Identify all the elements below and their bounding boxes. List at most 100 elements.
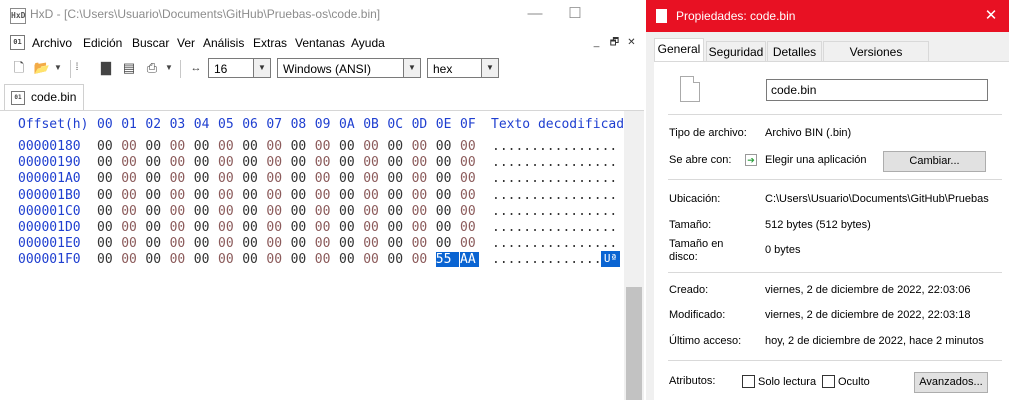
hex-byte[interactable]: 00 xyxy=(266,220,282,235)
hex-byte[interactable]: 00 xyxy=(387,220,403,235)
hex-byte[interactable]: 00 xyxy=(266,155,282,170)
hex-byte[interactable]: 00 xyxy=(339,188,355,203)
decoded-text[interactable]: ................ xyxy=(492,236,617,251)
hex-byte[interactable]: 00 xyxy=(315,220,331,235)
hex-byte[interactable]: 00 xyxy=(121,171,137,186)
hex-byte[interactable]: 00 xyxy=(315,188,331,203)
hex-byte[interactable]: 00 xyxy=(291,171,307,186)
print-icon[interactable]: ⎙ xyxy=(143,59,161,77)
menu-ventanas[interactable]: Ventanas xyxy=(295,36,345,50)
hex-byte[interactable]: 00 xyxy=(291,252,307,267)
disk-icon[interactable]: ▤ xyxy=(120,59,138,77)
hex-byte[interactable]: 00 xyxy=(194,252,210,267)
hex-byte[interactable]: 00 xyxy=(387,139,403,154)
menu-ayuda[interactable]: Ayuda xyxy=(351,36,385,50)
hex-byte[interactable]: 00 xyxy=(412,171,428,186)
hex-byte[interactable]: 00 xyxy=(436,139,452,154)
hex-byte[interactable]: 00 xyxy=(315,236,331,251)
hex-byte[interactable]: 00 xyxy=(121,220,137,235)
decoded-text[interactable]: ................ xyxy=(492,139,617,154)
scrollbar-thumb[interactable] xyxy=(626,287,642,400)
hex-byte[interactable]: 00 xyxy=(412,236,428,251)
hex-editor-pane[interactable]: Offset(h) Texto decodificado Uª 00 01 02 03… xyxy=(0,111,624,400)
hex-byte[interactable]: 00 xyxy=(145,220,161,235)
hex-byte[interactable]: 00 xyxy=(97,252,113,267)
hex-byte[interactable]: 00 xyxy=(218,236,234,251)
open-folder-icon[interactable]: 📂 xyxy=(33,59,51,77)
minimize-button[interactable]: — xyxy=(525,4,545,24)
hex-byte[interactable]: 00 xyxy=(170,252,186,267)
decoded-text[interactable]: ................ xyxy=(492,171,617,186)
hex-byte[interactable]: 00 xyxy=(266,252,282,267)
hex-byte[interactable]: 00 xyxy=(218,220,234,235)
menu-buscar[interactable]: Buscar xyxy=(132,36,169,50)
hex-byte[interactable]: 00 xyxy=(315,155,331,170)
hex-byte[interactable]: 00 xyxy=(218,252,234,267)
menu-edicion[interactable]: Edición xyxy=(83,36,122,50)
hex-byte[interactable]: 00 xyxy=(363,252,379,267)
menu-ver[interactable]: Ver xyxy=(177,36,195,50)
hex-byte[interactable]: 00 xyxy=(145,252,161,267)
hex-byte[interactable]: 00 xyxy=(170,236,186,251)
hex-byte[interactable]: 00 xyxy=(218,139,234,154)
hex-byte[interactable]: 00 xyxy=(121,236,137,251)
decoded-text[interactable]: ................ xyxy=(492,155,617,170)
bytes-per-row-select[interactable]: 16 ▼ xyxy=(208,58,271,78)
maximize-button[interactable]: ☐ xyxy=(565,4,585,24)
hex-byte[interactable]: 00 xyxy=(266,171,282,186)
menu-analisis[interactable]: Análisis xyxy=(203,36,244,50)
hex-byte[interactable]: 00 xyxy=(194,236,210,251)
tab-detalles[interactable]: Detalles xyxy=(767,41,822,62)
hex-byte[interactable]: 00 xyxy=(315,139,331,154)
hex-byte[interactable]: 00 xyxy=(97,171,113,186)
hex-byte[interactable]: 00 xyxy=(436,220,452,235)
hex-byte[interactable]: 00 xyxy=(387,155,403,170)
ascii-selection[interactable]: Uª xyxy=(601,251,620,267)
mdi-close-button[interactable]: ✕ xyxy=(625,36,638,49)
hex-byte[interactable]: 00 xyxy=(194,220,210,235)
hex-byte[interactable]: 00 xyxy=(145,236,161,251)
hex-byte[interactable]: 00 xyxy=(460,188,476,203)
hex-byte[interactable]: 00 xyxy=(194,155,210,170)
hex-byte[interactable]: 00 xyxy=(387,171,403,186)
hex-byte[interactable]: 00 xyxy=(194,204,210,219)
hex-byte[interactable]: 00 xyxy=(412,204,428,219)
tab-versiones-anteriores[interactable]: Versiones anteriores xyxy=(823,41,929,79)
hex-byte[interactable]: 00 xyxy=(315,252,331,267)
hex-byte[interactable]: 00 xyxy=(266,204,282,219)
hex-byte[interactable]: 00 xyxy=(170,220,186,235)
hidden-checkbox[interactable] xyxy=(822,375,835,388)
hex-byte[interactable]: 00 xyxy=(121,139,137,154)
hex-byte[interactable]: 00 xyxy=(363,139,379,154)
hex-byte[interactable]: 00 xyxy=(194,188,210,203)
hex-byte[interactable]: 00 xyxy=(339,236,355,251)
read-only-checkbox[interactable] xyxy=(742,375,755,388)
print-dropdown-arrow-icon[interactable]: ▼ xyxy=(163,59,175,77)
hex-byte[interactable]: 00 xyxy=(412,139,428,154)
hex-byte[interactable]: 00 xyxy=(145,155,161,170)
hex-byte[interactable]: 00 xyxy=(436,188,452,203)
hex-byte[interactable]: 00 xyxy=(363,204,379,219)
hex-byte[interactable]: 00 xyxy=(266,236,282,251)
change-button[interactable]: Cambiar... xyxy=(883,151,986,172)
hex-byte[interactable]: 00 xyxy=(242,188,258,203)
tab-code-bin[interactable]: 01 code.bin xyxy=(4,84,84,110)
hex-byte[interactable]: 00 xyxy=(412,155,428,170)
hex-byte[interactable]: 00 xyxy=(97,236,113,251)
hex-byte[interactable]: 00 xyxy=(363,220,379,235)
hex-byte[interactable]: 00 xyxy=(121,252,137,267)
menu-extras[interactable]: Extras xyxy=(253,36,287,50)
hex-byte[interactable]: 00 xyxy=(339,139,355,154)
hex-byte[interactable]: 00 xyxy=(194,139,210,154)
close-icon[interactable]: ✕ xyxy=(981,6,1001,26)
open-dropdown-arrow-icon[interactable]: ▼ xyxy=(52,59,64,77)
hex-byte[interactable]: 00 xyxy=(145,171,161,186)
tab-general[interactable]: General xyxy=(654,38,704,62)
hex-byte[interactable]: 00 xyxy=(339,171,355,186)
hex-byte[interactable]: 00 xyxy=(291,188,307,203)
new-file-icon[interactable]: 🗋 xyxy=(10,59,28,77)
hex-byte[interactable]: 00 xyxy=(339,220,355,235)
hex-byte[interactable]: 00 xyxy=(291,220,307,235)
hex-byte[interactable]: 00 xyxy=(363,188,379,203)
hex-byte[interactable]: 00 xyxy=(339,204,355,219)
